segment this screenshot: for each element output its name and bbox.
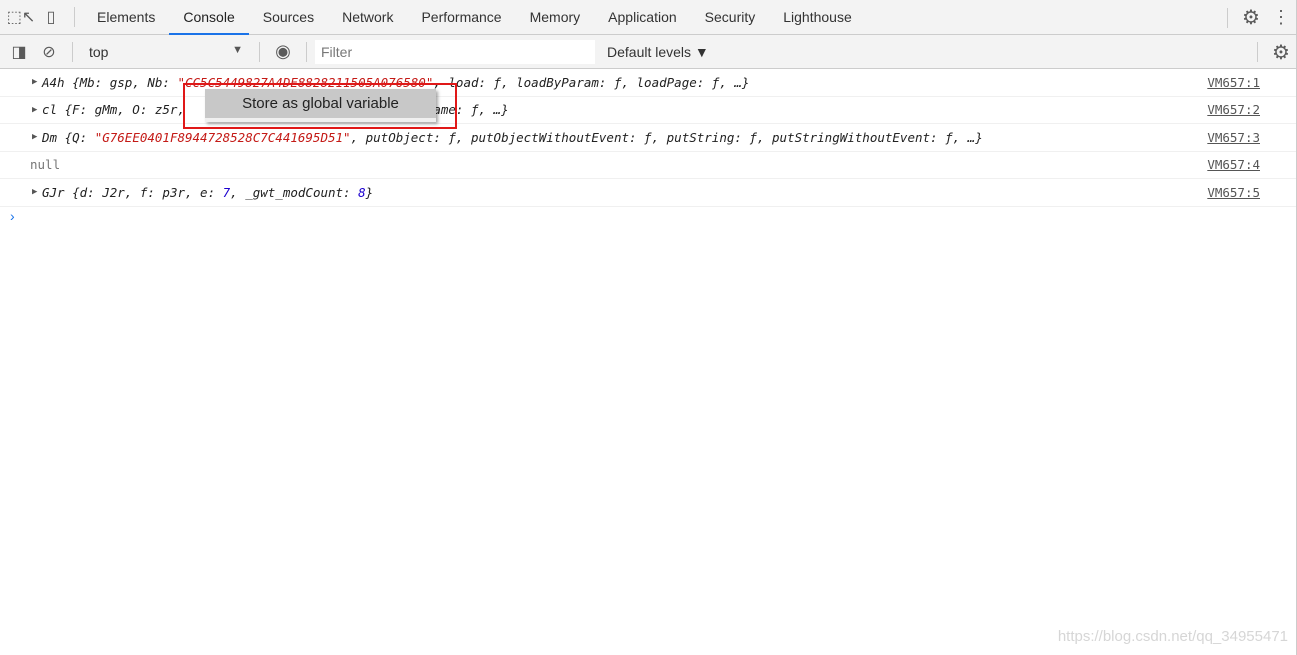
live-expression-eye-icon[interactable]: ◉ <box>268 37 298 67</box>
expand-triangle-icon[interactable]: ▶ <box>32 132 37 142</box>
message-token: , putObject: ƒ, putObjectWithoutEvent: ƒ… <box>350 129 983 145</box>
message-token: Dm <box>42 129 65 145</box>
clear-console-icon[interactable]: ⊘ <box>34 37 64 67</box>
highlight-box <box>183 83 457 129</box>
console-toolbar: ◨ ⊘ top ▼ ◉ Default levels ▼ ⚙ <box>0 35 1296 69</box>
tab-console[interactable]: Console <box>169 0 249 35</box>
message-text: Dm {Q: "G76EE0401F8944728528C7C441695D51… <box>30 130 983 145</box>
message-token: 8 <box>358 184 366 200</box>
message-token: {Q: <box>64 129 95 145</box>
message-token: , _gwt_modCount: <box>230 184 359 200</box>
inspect-element-icon[interactable]: ⬚↖ <box>6 2 36 32</box>
log-levels-dropdown[interactable]: Default levels ▼ <box>607 44 709 60</box>
divider <box>74 7 75 27</box>
console-prompt-chevron-icon[interactable]: › <box>10 208 15 224</box>
tab-sources[interactable]: Sources <box>249 0 328 35</box>
message-token: A4h <box>42 74 73 90</box>
divider <box>72 41 73 62</box>
tab-elements[interactable]: Elements <box>83 0 169 35</box>
divider <box>1227 7 1228 28</box>
settings-gear-icon[interactable]: ⚙ <box>1236 3 1266 33</box>
chevron-down-icon: ▼ <box>232 43 243 56</box>
message-token: GJr <box>42 184 73 200</box>
tab-security[interactable]: Security <box>691 0 770 35</box>
message-token: cl <box>42 102 65 118</box>
source-link[interactable]: VM657:1 <box>1207 75 1260 90</box>
tab-memory[interactable]: Memory <box>516 0 595 35</box>
sidebar-toggle-icon[interactable]: ◨ <box>4 37 34 67</box>
filter-input[interactable] <box>315 39 595 64</box>
message-token: {d: J2r, f: p3r, e: <box>72 184 223 200</box>
expand-triangle-icon[interactable]: ▶ <box>32 77 37 87</box>
console-message[interactable]: ▶ GJr {d: J2r, f: p3r, e: 7, _gwt_modCoun… <box>0 179 1296 207</box>
tab-lighthouse[interactable]: Lighthouse <box>769 0 866 35</box>
source-link[interactable]: VM657:3 <box>1207 130 1260 145</box>
source-link[interactable]: VM657:2 <box>1207 102 1260 117</box>
context-selector[interactable]: top ▼ <box>81 44 251 60</box>
devtools-tabbar: ⬚↖ ▯ Elements Console Sources Network Perfor… <box>0 0 1296 35</box>
context-value: top <box>89 43 109 60</box>
tab-performance[interactable]: Performance <box>407 0 515 35</box>
console-settings-gear-icon[interactable]: ⚙ <box>1266 37 1296 67</box>
more-options-icon[interactable]: ⋮ <box>1266 3 1296 33</box>
tab-network[interactable]: Network <box>328 0 407 35</box>
message-text: GJr {d: J2r, f: p3r, e: 7, _gwt_modCount… <box>30 185 373 200</box>
message-token: {F: gMm, O: z5r, <box>64 102 193 118</box>
message-text: null <box>30 157 60 172</box>
divider <box>259 41 260 62</box>
expand-triangle-icon[interactable]: ▶ <box>32 187 37 197</box>
divider <box>306 41 307 62</box>
message-token: , load: ƒ, loadByParam: ƒ, loadPage: ƒ, … <box>433 74 750 90</box>
source-link[interactable]: VM657:5 <box>1207 185 1260 200</box>
expand-triangle-icon[interactable]: ▶ <box>32 105 37 115</box>
device-toolbar-icon[interactable]: ▯ <box>36 2 66 32</box>
message-token: null <box>30 157 61 173</box>
console-message[interactable]: null VM657:4 <box>0 152 1296 179</box>
tab-application[interactable]: Application <box>594 0 691 35</box>
source-link[interactable]: VM657:4 <box>1207 157 1260 172</box>
message-token: "G76EE0401F8944728528C7C441695D51" <box>94 129 351 145</box>
message-token: {Mb: gsp, Nb: <box>72 74 178 90</box>
divider <box>1257 42 1258 62</box>
message-token: } <box>365 184 374 200</box>
watermark: https://blog.csdn.net/qq_34955471 <box>1057 628 1288 645</box>
